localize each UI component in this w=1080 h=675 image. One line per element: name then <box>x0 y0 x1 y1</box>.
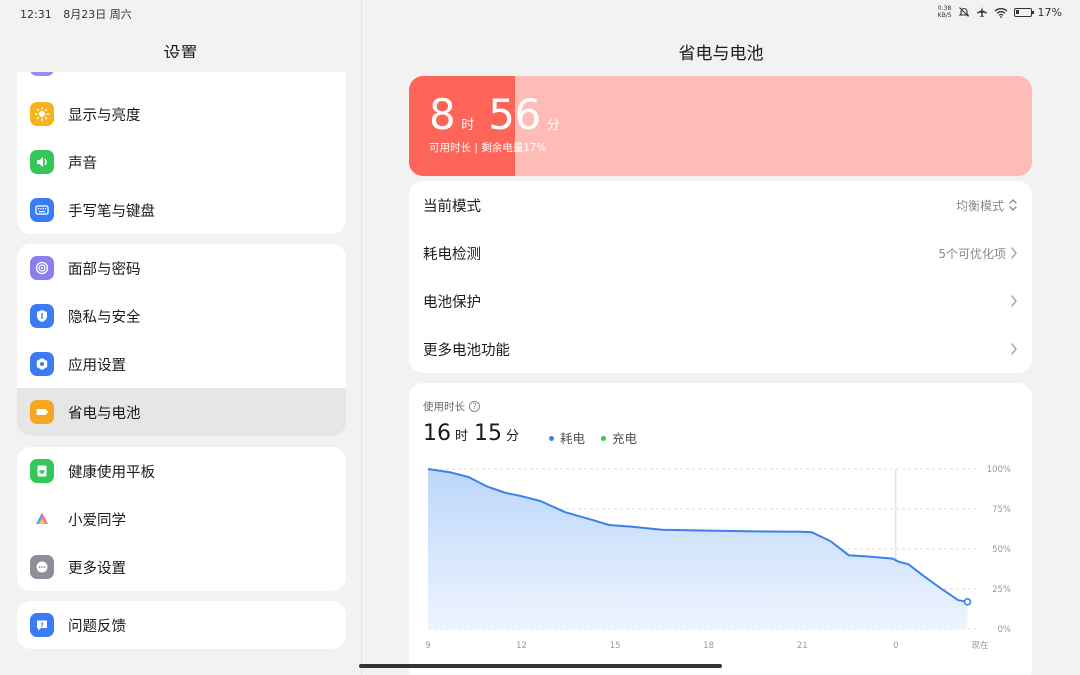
row-label: 当前模式 <box>423 198 481 215</box>
remaining-subtitle: 可用时长 | 剩余电量17% <box>429 142 547 154</box>
chevron-right-icon <box>1011 247 1017 259</box>
row-current-mode[interactable]: 当前模式 均衡模式 <box>409 181 1032 229</box>
sidebar-item-label: 问题反馈 <box>68 618 126 635</box>
sidebar-item-label: 小爱同学 <box>68 512 126 529</box>
sidebar-item-sound[interactable]: 声音 <box>17 138 346 186</box>
remaining-time: 8 时 56 分 <box>429 90 574 139</box>
battery-options-card: 当前模式 均衡模式 耗电检测 5个可优化项 电池保护 更多电池功能 <box>409 181 1032 373</box>
row-power-check[interactable]: 耗电检测 5个可优化项 <box>409 229 1032 277</box>
svg-text:?: ? <box>40 621 44 629</box>
feedback-icon: ? <box>30 613 54 637</box>
x-tick-label: 0 <box>893 641 898 651</box>
y-tick-label: 75% <box>992 505 1011 515</box>
xiaoai-icon <box>30 507 54 531</box>
settings-group-display: 显示与亮度 声音 手写笔与键盘 <box>17 58 346 234</box>
sidebar-item-more-settings[interactable]: 更多设置 <box>17 543 346 591</box>
row-value: 均衡模式 <box>955 198 1004 213</box>
x-tick-label: 12 <box>516 641 527 651</box>
home-indicator[interactable] <box>359 664 722 668</box>
sidebar-item-label: 手写笔与键盘 <box>68 203 155 220</box>
hours-unit: 时 <box>461 118 475 133</box>
row-label: 耗电检测 <box>423 246 481 263</box>
sidebar-item-feedback[interactable]: ? 问题反馈 <box>17 601 346 649</box>
x-tick-label: 9 <box>425 641 430 651</box>
x-tick-label: 15 <box>610 641 621 651</box>
sidebar-item-app-settings[interactable]: 应用设置 <box>17 340 346 388</box>
settings-group-security: 面部与密码 隐私与安全 应用设置 省电与电池 <box>17 244 346 436</box>
sidebar-item-xiaoai[interactable]: 小爱同学 <box>17 495 346 543</box>
sidebar-item-health[interactable]: 健康使用平板 <box>17 447 346 495</box>
sidebar-item-battery[interactable]: 省电与电池 <box>17 388 346 436</box>
detail-title: 省电与电池 <box>678 44 764 64</box>
battery-usage-chart: 100% 75% 50% 25% 0% 9 12 15 18 21 0 现在 <box>425 465 1012 651</box>
speaker-icon <box>30 150 54 174</box>
row-more-battery[interactable]: 更多电池功能 <box>409 325 1032 373</box>
sidebar-item-label: 显示与亮度 <box>68 107 141 124</box>
brightness-icon <box>30 102 54 126</box>
y-tick-label: 25% <box>992 585 1011 595</box>
usage-card: 使用时长 ? 16 时 15 分 耗电 充电 100% 75% 50% 25% 0% 9 1… <box>409 383 1032 675</box>
x-tick-label: 21 <box>797 641 808 651</box>
x-tick-label: 现在 <box>971 640 988 651</box>
battery-remaining-card: 8 时 56 分 可用时长 | 剩余电量17% <box>409 76 1032 176</box>
battery-detail-pane: 省电与电池 8 时 56 分 可用时长 | 剩余电量17% 当前模式 均衡模式 … <box>362 0 1080 675</box>
sidebar-item-label: 应用设置 <box>68 357 126 374</box>
shield-icon <box>30 304 54 328</box>
sidebar-item-face-password[interactable]: 面部与密码 <box>17 244 346 292</box>
y-tick-label: 100% <box>987 465 1011 475</box>
sidebar-item-label: 省电与电池 <box>68 405 141 422</box>
face-id-icon <box>30 256 54 280</box>
sidebar-item-privacy[interactable]: 隐私与安全 <box>17 292 346 340</box>
y-tick-label: 50% <box>992 545 1011 555</box>
more-icon <box>30 555 54 579</box>
sidebar-item-label: 隐私与安全 <box>68 309 141 326</box>
health-icon <box>30 459 54 483</box>
chevron-right-icon <box>1011 295 1017 307</box>
settings-sidebar: 设置 显示与亮度 声音 手写笔与键盘 面部与密码 隐私与安全 应用设置 省电与电… <box>0 0 361 675</box>
settings-group-feedback: ? 问题反馈 <box>17 601 346 649</box>
battery-icon <box>30 400 54 424</box>
sidebar-item-label: 健康使用平板 <box>68 464 155 481</box>
remaining-hours: 8 <box>429 90 456 139</box>
row-label: 更多电池功能 <box>423 342 510 359</box>
row-label: 电池保护 <box>423 294 481 311</box>
current-point <box>963 598 972 606</box>
keyboard-icon <box>30 198 54 222</box>
row-battery-protection[interactable]: 电池保护 <box>409 277 1032 325</box>
sidebar-item-label: 声音 <box>68 155 97 172</box>
row-value: 5个可优化项 <box>938 246 1006 261</box>
x-tick-label: 18 <box>703 641 714 651</box>
minutes-unit: 分 <box>546 118 560 133</box>
sidebar-item-label: 更多设置 <box>68 560 126 577</box>
sidebar-item-keyboard[interactable]: 手写笔与键盘 <box>17 186 346 234</box>
app-settings-icon <box>30 352 54 376</box>
remaining-minutes: 56 <box>488 90 541 139</box>
updown-chevron-icon <box>1009 199 1017 211</box>
group-items: 显示与亮度 声音 手写笔与键盘 <box>17 90 346 234</box>
chevron-right-icon <box>1011 343 1017 355</box>
y-tick-label: 0% <box>998 625 1012 635</box>
sidebar-item-display[interactable]: 显示与亮度 <box>17 90 346 138</box>
settings-group-more: 健康使用平板 小爱同学 更多设置 <box>17 447 346 591</box>
sidebar-item-label: 面部与密码 <box>68 261 141 278</box>
